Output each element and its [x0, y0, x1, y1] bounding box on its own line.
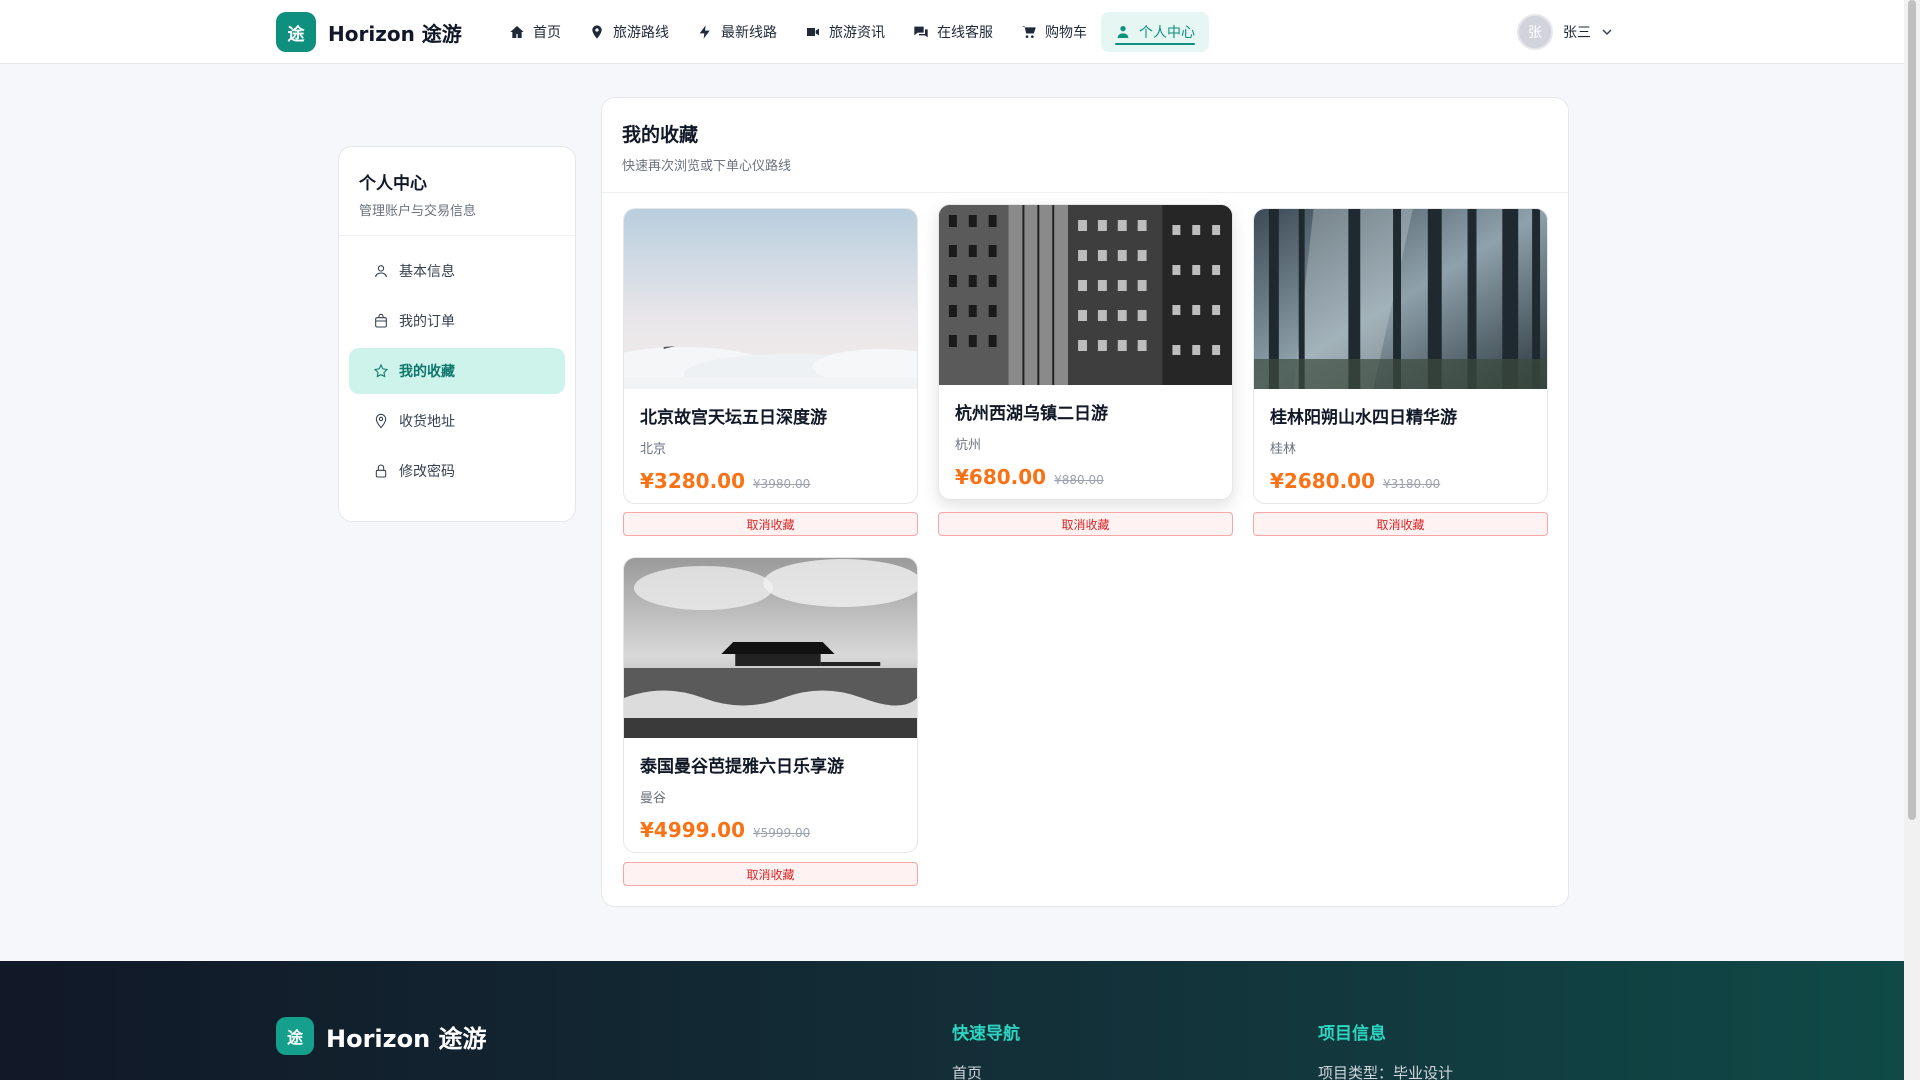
nav-label: 购物车: [1045, 25, 1087, 41]
sidebar-item-favorites[interactable]: 我的收藏: [349, 348, 565, 394]
nav-label: 最新线路: [721, 25, 777, 41]
nav-label: 首页: [533, 25, 561, 41]
card-image: [1254, 209, 1547, 389]
card-image: [624, 209, 917, 389]
card-price: ¥4999.00: [640, 818, 746, 842]
nav-label: 旅游路线: [613, 25, 669, 41]
card-title: 泰国曼谷芭提雅六日乐享游: [640, 757, 844, 777]
home-icon: [510, 26, 524, 38]
favorites-header: 我的收藏 快速再次浏览或下单心仪路线: [602, 98, 1568, 193]
lock-icon: [375, 464, 387, 478]
card-title: 杭州西湖乌镇二日游: [955, 404, 1108, 424]
card-old-price: ¥3980.00: [753, 477, 811, 491]
footer-link-home[interactable]: 首页: [952, 1062, 1020, 1080]
sidebar-header: 个人中心 管理账户与交易信息: [339, 147, 575, 236]
footer-quick-nav: 快速导航 首页: [952, 1019, 1020, 1080]
card-city: 桂林: [1270, 442, 1297, 457]
main-nav: 首页 旅游路线 最新线路 旅游资讯 在线客服 购物车 个人中心: [495, 12, 1209, 52]
card-price: ¥680.00: [955, 465, 1047, 489]
nav-latest[interactable]: 最新线路: [683, 12, 791, 52]
favorite-card[interactable]: 桂林阳朔山水四日精华游 桂林 ¥2680.00 ¥3180.00: [1253, 208, 1548, 504]
sidebar-item-label: 收货地址: [399, 414, 455, 430]
card-price: ¥3280.00: [640, 469, 746, 493]
footer-quick-nav-title: 快速导航: [952, 1024, 1020, 1044]
favorites-panel: 我的收藏 快速再次浏览或下单心仪路线 北京故宫天坛五日深度游 北京 ¥3280.…: [601, 97, 1569, 907]
scrollbar-thumb[interactable]: [1908, 0, 1916, 820]
card-title: 北京故宫天坛五日深度游: [640, 408, 827, 428]
nav-service[interactable]: 在线客服: [899, 12, 1007, 52]
card-old-price: ¥880.00: [1054, 473, 1104, 487]
sidebar-item-orders[interactable]: 我的订单: [349, 298, 565, 344]
cart-icon: [1022, 26, 1036, 38]
user-name: 张三: [1563, 25, 1591, 41]
card-city: 杭州: [955, 438, 982, 453]
card-city: 曼谷: [640, 791, 667, 806]
sidebar-subtitle: 管理账户与交易信息: [359, 204, 477, 219]
favorite-card[interactable]: 杭州西湖乌镇二日游 杭州 ¥680.00 ¥880.00: [938, 204, 1233, 500]
bag-icon: [375, 313, 387, 328]
unfavorite-button[interactable]: 取消收藏: [938, 512, 1233, 536]
card-old-price: ¥5999.00: [753, 826, 811, 840]
card-old-price: ¥3180.00: [1383, 477, 1441, 491]
card-price: ¥2680.00: [1270, 469, 1376, 493]
sidebar-item-label: 我的收藏: [399, 364, 455, 380]
footer-project-type: 项目类型：毕业设计: [1318, 1064, 1454, 1080]
brand-logo: 途: [276, 12, 316, 52]
star-icon: [373, 363, 389, 378]
nav-profile[interactable]: 个人中心: [1101, 12, 1209, 52]
site-footer: 途 Horizon 途游 快速导航 首页 项目信息 项目类型：毕业设计: [0, 961, 1904, 1080]
sidebar-item-address[interactable]: 收货地址: [349, 398, 565, 444]
card-image: [939, 205, 1232, 385]
nav-home[interactable]: 首页: [495, 12, 575, 52]
page-subtitle: 快速再次浏览或下单心仪路线: [622, 159, 792, 174]
brand[interactable]: 途 Horizon 途游: [276, 12, 462, 52]
user-menu[interactable]: 张 张三: [1517, 14, 1613, 50]
chat-icon: [914, 26, 928, 38]
user-outline-icon: [375, 265, 387, 278]
user-icon: [1117, 26, 1129, 38]
bolt-icon: [699, 25, 710, 39]
unfavorite-button[interactable]: 取消收藏: [1253, 512, 1548, 536]
nav-news[interactable]: 旅游资讯: [791, 12, 899, 52]
avatar: 张: [1517, 14, 1553, 50]
page-title: 我的收藏: [622, 124, 699, 146]
sidebar-item-label: 基本信息: [399, 264, 455, 280]
page-scrollbar[interactable]: [1904, 0, 1920, 1080]
nav-routes[interactable]: 旅游路线: [575, 12, 683, 52]
unfavorite-button[interactable]: 取消收藏: [623, 862, 918, 886]
sidebar-item-password[interactable]: 修改密码: [349, 448, 565, 494]
profile-sidebar: 个人中心 管理账户与交易信息 基本信息 我的订单 我的收藏 收货地址 修改密码: [338, 146, 576, 522]
sidebar-item-label: 我的订单: [399, 314, 455, 330]
sidebar-item-basic-info[interactable]: 基本信息: [349, 248, 565, 294]
footer-brand-name: Horizon 途游: [326, 1024, 487, 1053]
location-icon: [375, 413, 387, 429]
top-header: 途 Horizon 途游 首页 旅游路线 最新线路 旅游资讯 在线客服 购物车: [0, 0, 1904, 64]
brand-name: Horizon 途游: [328, 21, 462, 46]
card-title: 桂林阳朔山水四日精华游: [1270, 408, 1457, 428]
video-icon: [807, 28, 819, 36]
nav-cart[interactable]: 购物车: [1007, 12, 1101, 52]
map-pin-icon: [592, 25, 602, 39]
footer-brand: 途 Horizon 途游: [276, 1017, 487, 1055]
card-image: [624, 558, 917, 738]
sidebar-item-label: 修改密码: [399, 464, 455, 480]
favorite-card[interactable]: 泰国曼谷芭提雅六日乐享游 曼谷 ¥4999.00 ¥5999.00: [623, 557, 918, 853]
favorite-card[interactable]: 北京故宫天坛五日深度游 北京 ¥3280.00 ¥3980.00: [623, 208, 918, 504]
nav-label: 在线客服: [937, 25, 993, 41]
footer-logo: 途: [276, 1017, 314, 1055]
footer-project-info: 项目信息 项目类型：毕业设计: [1318, 1019, 1453, 1080]
sidebar-title: 个人中心: [359, 174, 427, 194]
nav-label: 旅游资讯: [829, 25, 885, 41]
sidebar-menu: 基本信息 我的订单 我的收藏 收货地址 修改密码: [339, 236, 575, 510]
chevron-down-icon: [1602, 29, 1612, 36]
nav-label: 个人中心: [1139, 25, 1195, 41]
card-city: 北京: [640, 442, 667, 457]
unfavorite-button[interactable]: 取消收藏: [623, 512, 918, 536]
footer-project-title: 项目信息: [1318, 1024, 1386, 1044]
